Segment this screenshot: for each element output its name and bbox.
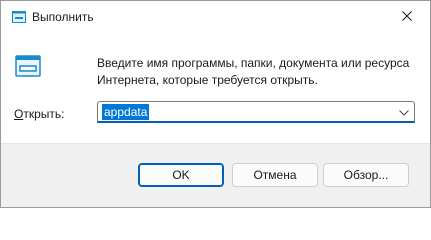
run-icon	[15, 55, 41, 77]
open-label-text: ткрыть:	[23, 107, 65, 121]
button-bar: OK Отмена Обзор...	[1, 143, 430, 207]
open-label-accelerator: О	[14, 107, 24, 121]
browse-button[interactable]: Обзор...	[323, 163, 409, 187]
dialog-description: Введите имя программы, папки, документа …	[97, 56, 410, 87]
dropdown-button[interactable]	[396, 104, 412, 120]
open-label: Открыть:	[14, 107, 64, 121]
close-icon	[402, 10, 412, 24]
run-dialog: Выполнить Введите имя программы, папки, …	[0, 0, 431, 208]
open-combobox[interactable]: appdata	[97, 101, 415, 123]
title-bar[interactable]: Выполнить	[1, 1, 430, 33]
cancel-button[interactable]: Отмена	[232, 163, 318, 187]
open-input[interactable]	[101, 104, 391, 120]
close-button[interactable]	[384, 1, 430, 33]
run-icon	[12, 11, 26, 23]
ok-button[interactable]: OK	[138, 163, 224, 187]
chevron-down-icon	[399, 105, 409, 119]
dialog-content: Введите имя программы, папки, документа …	[1, 33, 430, 143]
window-title: Выполнить	[32, 10, 94, 24]
